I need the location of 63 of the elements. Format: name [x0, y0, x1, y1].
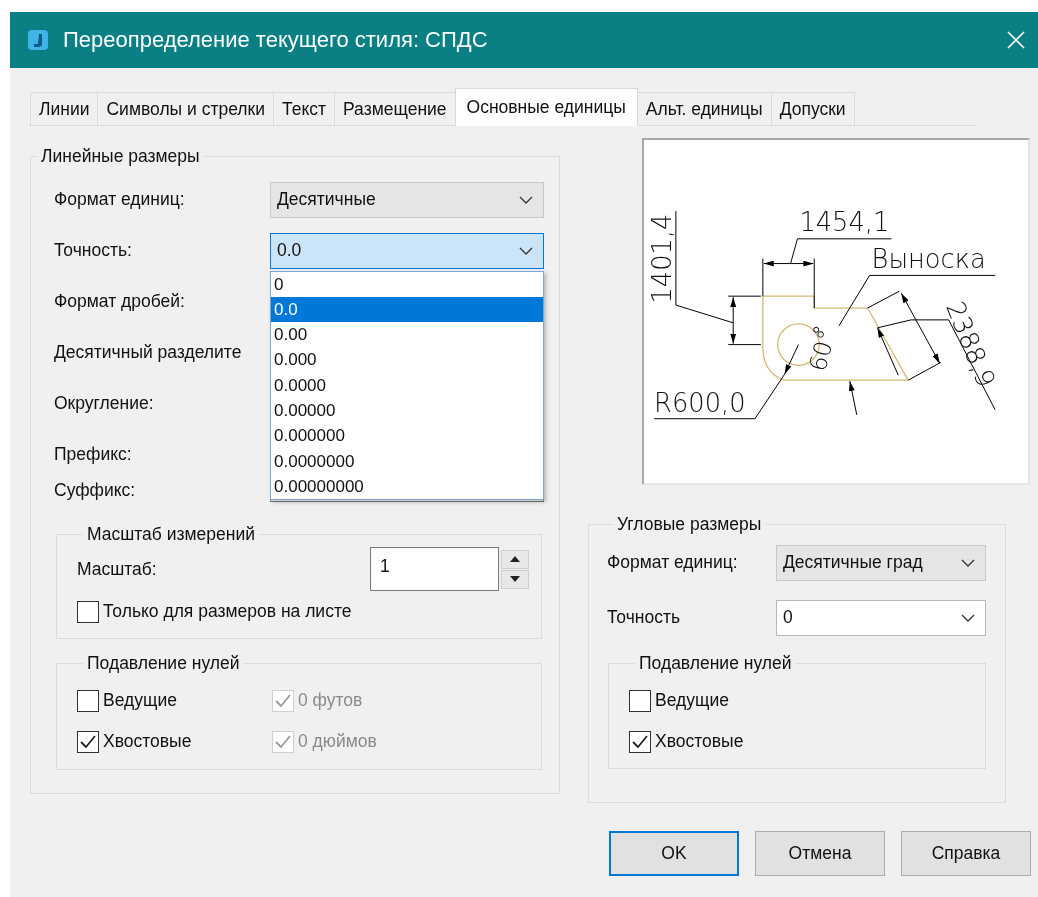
checkbox-label: 0 футов [298, 690, 363, 711]
group-title: Линейные размеры [40, 146, 201, 167]
app-icon [27, 29, 49, 51]
spin-down-button[interactable] [501, 569, 529, 589]
dropdown[interactable]: 0.0 [270, 232, 544, 269]
chevron-down-icon [519, 246, 533, 255]
field-label: Округление: [54, 393, 154, 414]
field-label: Точность [607, 607, 681, 628]
tab[interactable]: Допуски [770, 92, 855, 125]
triangle-up-icon [510, 556, 520, 562]
spin-up-button[interactable] [501, 549, 529, 569]
field-label: Префикс: [54, 444, 132, 465]
field-label: Точность: [54, 240, 132, 261]
dropdown[interactable]: Десятичные [270, 181, 544, 218]
tab[interactable]: Линии [30, 92, 99, 125]
radius-label: R600,0 [654, 387, 746, 418]
group-title: Угловые размеры [616, 514, 763, 535]
dropdown-option[interactable]: 0.000 [271, 347, 543, 373]
triangle-down-icon [510, 576, 520, 582]
chevron-down-icon [961, 558, 975, 567]
checkbox[interactable] [77, 730, 99, 753]
field-label: Суффикс: [54, 480, 136, 501]
field-label: Формат единиц: [54, 189, 185, 210]
dialog-button[interactable]: Отмена [755, 831, 885, 876]
group-title: Масштаб измерений [86, 524, 256, 545]
leader-label: Выноска [871, 244, 986, 275]
chevron-down-icon [961, 613, 975, 622]
dropdown-option[interactable]: 0.00000 [271, 398, 543, 424]
dimension-label: 1454,1 [799, 206, 890, 237]
field-label: Десятичный разделите [54, 342, 242, 363]
dropdown-option[interactable]: 0.00 [271, 322, 543, 348]
checkbox[interactable] [77, 689, 99, 712]
dialog-button[interactable]: Справка [901, 831, 1031, 876]
group-title: Подавление нулей [638, 653, 793, 674]
window-title: Переопределение текущего стиля: СПДС [63, 27, 489, 53]
chevron-down-icon [519, 195, 533, 204]
dimension-label: 1401,4 [646, 213, 677, 304]
checkbox[interactable] [77, 600, 99, 623]
dialog-button[interactable]: OK [609, 831, 739, 876]
checkbox[interactable] [629, 689, 651, 712]
field-label: Формат единиц: [607, 552, 738, 573]
checkbox-label: Хвостовые [103, 731, 192, 752]
dropdown-option[interactable]: 0.00000000 [271, 473, 543, 500]
tab[interactable]: Основные единицы [454, 88, 638, 126]
checkbox-label: Только для размеров на листе [103, 601, 352, 622]
input-field[interactable]: 1 [370, 547, 499, 591]
dropdown-option[interactable]: 0.000000 [271, 423, 543, 449]
angle-label: 60° [803, 326, 842, 375]
checkbox-label: Ведущие [655, 690, 729, 711]
dropdown-option[interactable]: 0.0000000 [271, 448, 543, 474]
checkbox-label: 0 дюймов [298, 731, 377, 752]
dropdown[interactable]: 0 [776, 599, 986, 636]
checkbox[interactable] [629, 730, 651, 753]
checkbox-label: Хвостовые [655, 731, 744, 752]
group-title: Подавление нулей [86, 653, 241, 674]
dropdown[interactable]: Десятичные град [776, 544, 986, 581]
dropdown-option[interactable]: 0 [271, 271, 543, 297]
dropdown-option[interactable]: 0.0000 [271, 372, 543, 398]
checkbox-label: Ведущие [103, 690, 177, 711]
dropdown-option[interactable]: 0.0 [271, 296, 543, 323]
field-label: Масштаб: [77, 558, 157, 580]
field-label: Формат дробей: [54, 291, 185, 312]
close-icon[interactable] [1006, 30, 1026, 50]
